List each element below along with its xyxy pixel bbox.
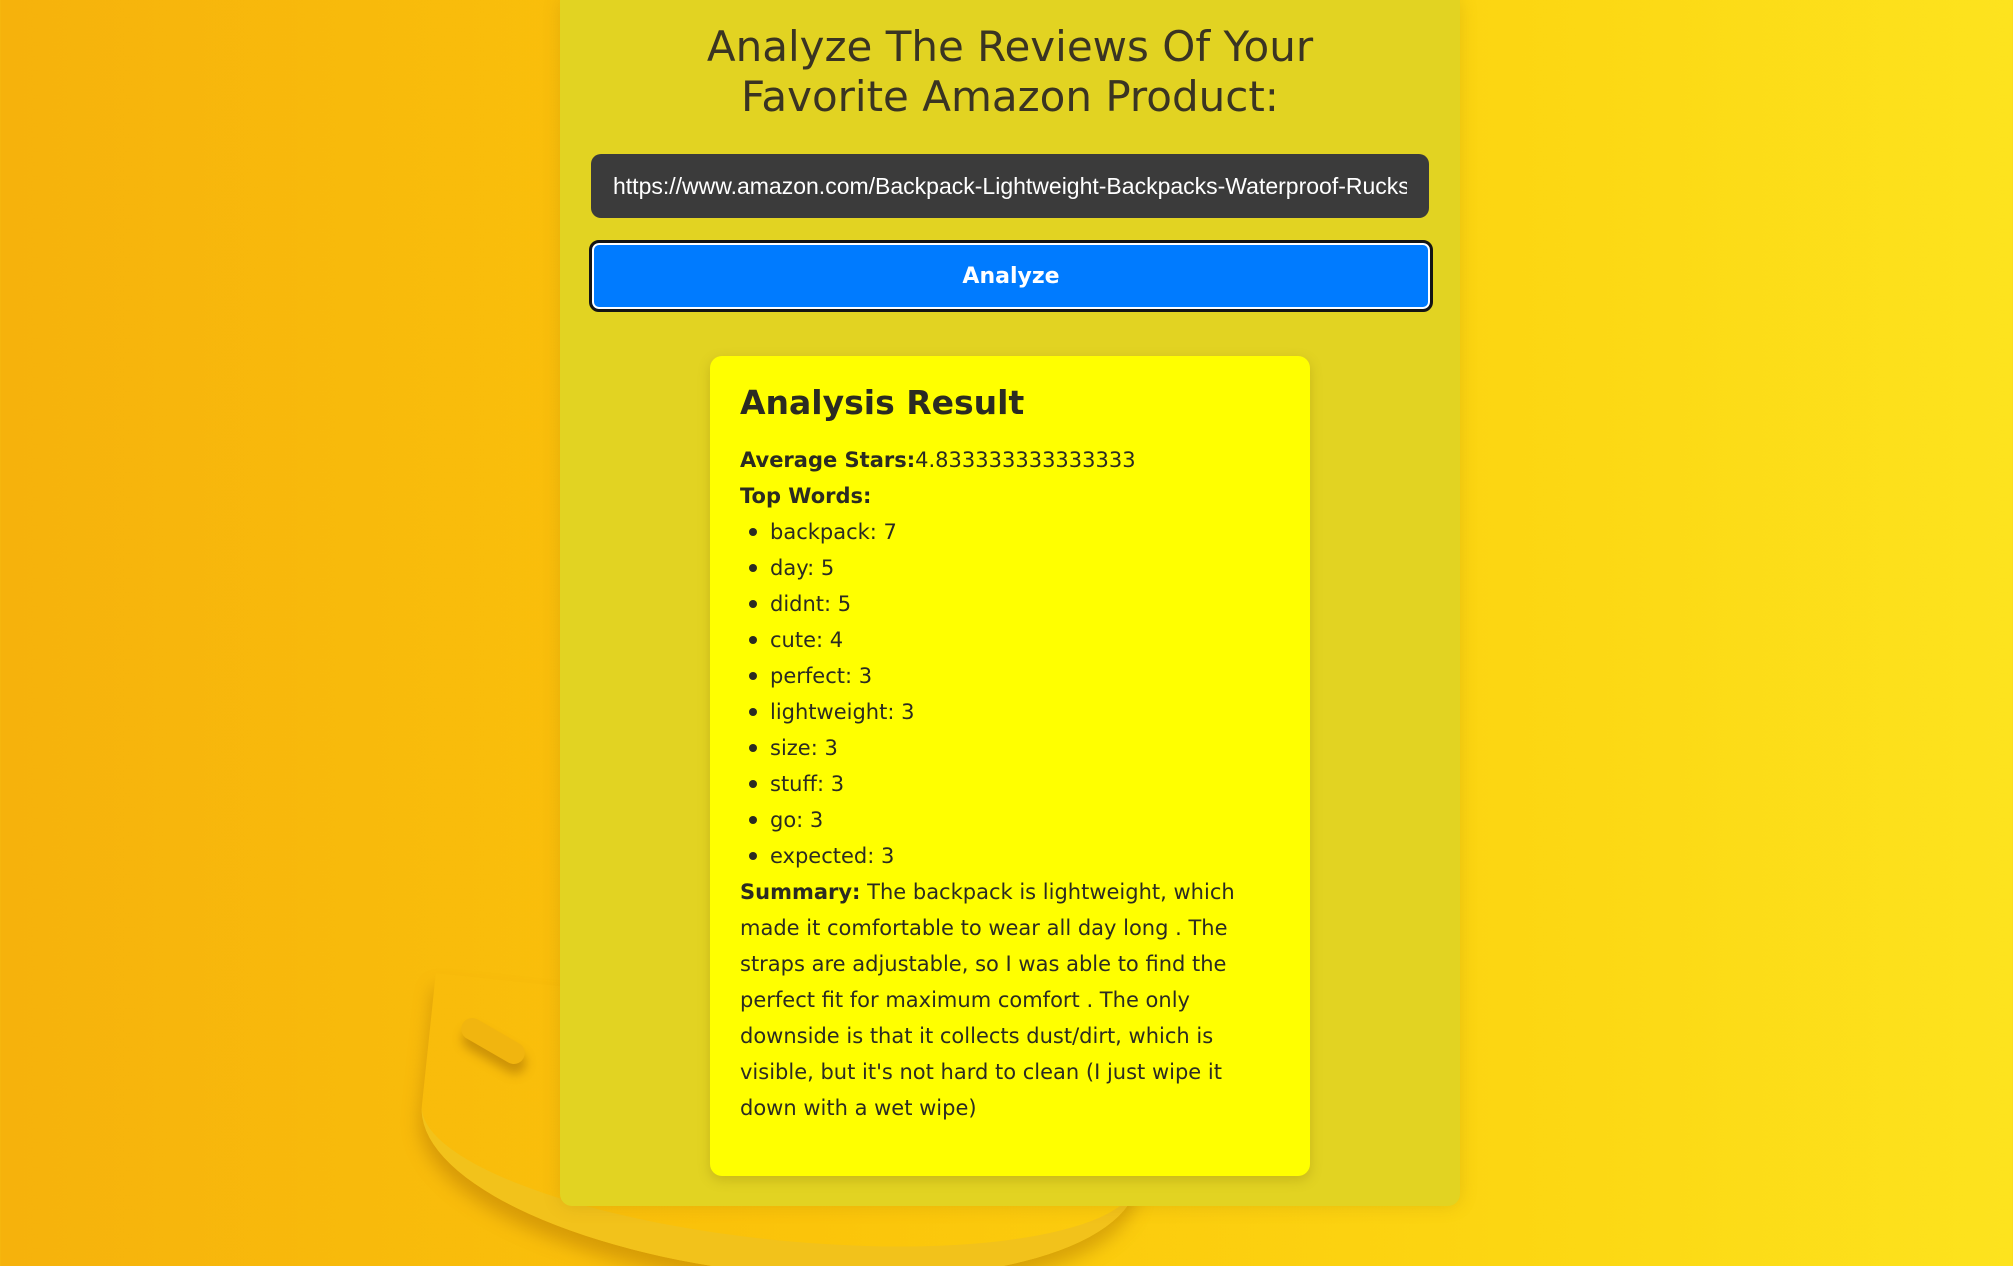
average-stars-label: Average Stars: — [740, 448, 916, 472]
top-word-item: go: 3 — [749, 802, 1280, 838]
top-word-item: backpack: 7 — [749, 514, 1280, 550]
page-title: Analyze The Reviews Of Your Favorite Ama… — [706, 22, 1314, 121]
main-panel: Analyze The Reviews Of Your Favorite Ama… — [560, 0, 1460, 1206]
result-heading: Analysis Result — [740, 383, 1025, 422]
top-words-label: Top Words: — [740, 484, 872, 508]
product-url-input[interactable] — [591, 154, 1429, 218]
top-word-item: didnt: 5 — [749, 586, 1280, 622]
average-stars-row: Average Stars:4.833333333333333 — [740, 442, 1280, 478]
summary-label: Summary: — [740, 880, 861, 904]
summary-text: The backpack is lightweight, which made … — [740, 880, 1235, 1120]
top-word-item: cute: 4 — [749, 622, 1280, 658]
top-word-item: expected: 3 — [749, 838, 1280, 874]
summary-paragraph: Summary: The backpack is lightweight, wh… — [740, 874, 1280, 1126]
top-word-item: size: 3 — [749, 730, 1280, 766]
analysis-result-card: Analysis Result Average Stars:4.83333333… — [710, 356, 1310, 1176]
top-word-item: lightweight: 3 — [749, 694, 1280, 730]
analyze-button[interactable]: Analyze — [589, 240, 1433, 312]
top-word-item: perfect: 3 — [749, 658, 1280, 694]
average-stars-value: 4.833333333333333 — [915, 448, 1136, 472]
top-word-item: stuff: 3 — [749, 766, 1280, 802]
top-word-item: day: 5 — [749, 550, 1280, 586]
top-words-list: backpack: 7 day: 5 didnt: 5 cute: 4 perf… — [740, 514, 1280, 874]
